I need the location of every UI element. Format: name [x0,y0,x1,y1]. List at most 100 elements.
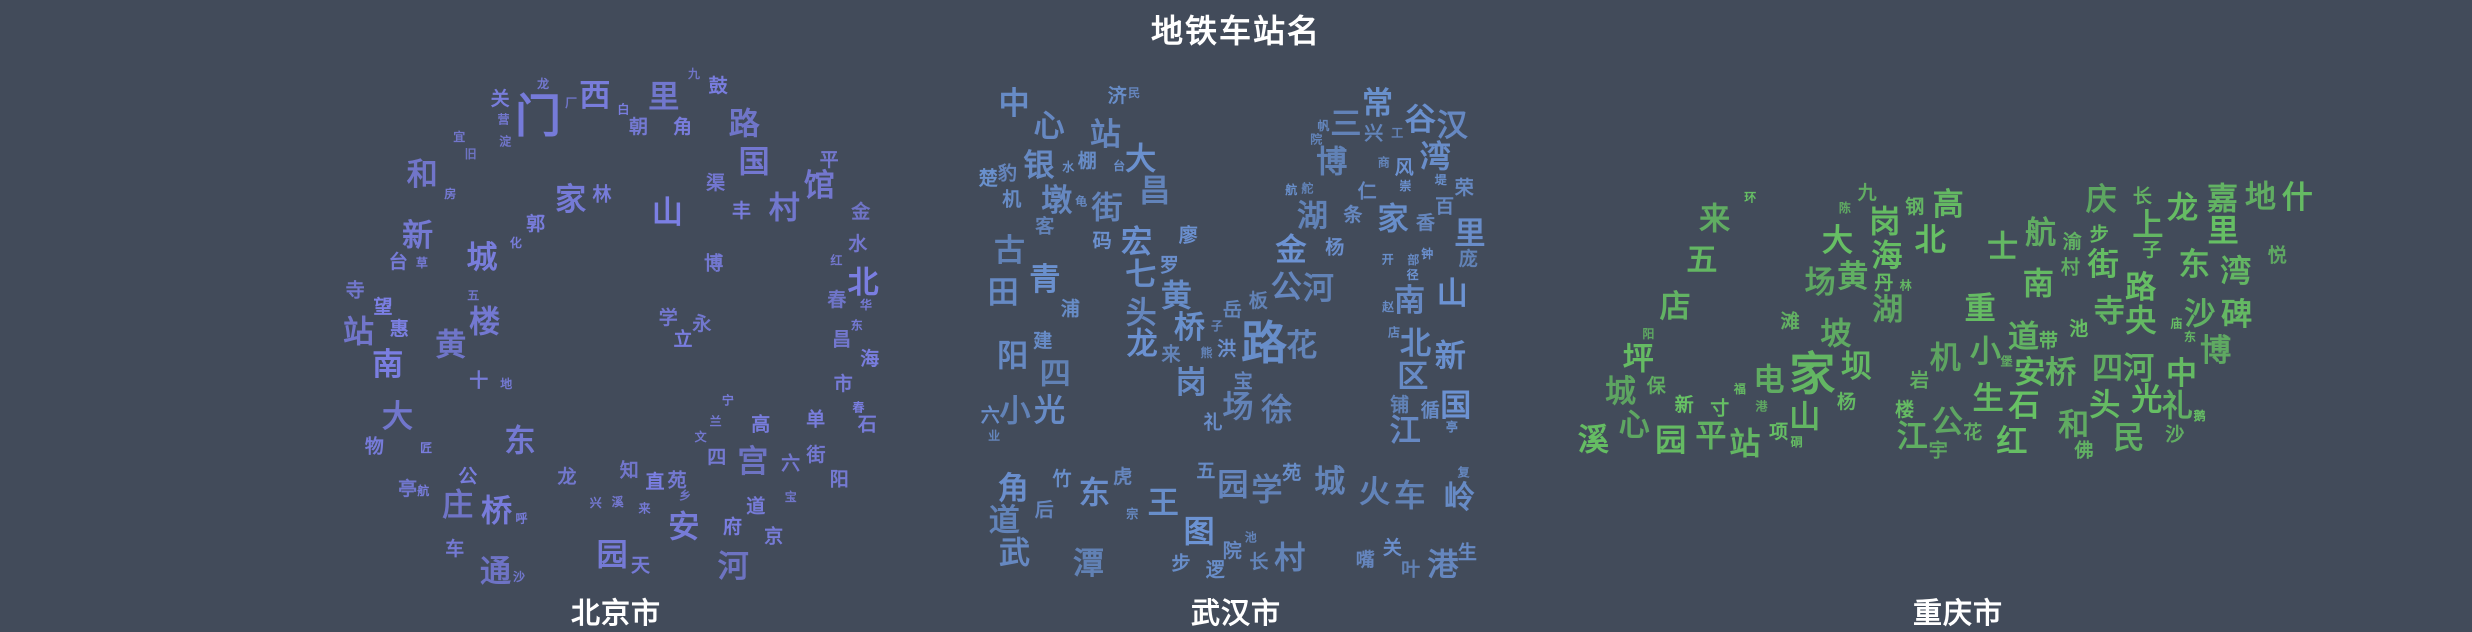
word-chongqing: 花 [1963,420,1982,443]
word-beijing: 永 [691,312,712,335]
word-chongqing: 坪 [1623,342,1654,378]
word-beijing: 林 [593,182,612,205]
word-chongqing: 海 [1871,238,1902,274]
word-chongqing: 五 [1686,243,1717,279]
word-chongqing: 礼 [2162,389,2193,425]
word-wuhan: 古 [994,233,1025,269]
word-beijing: 乡 [679,488,691,503]
word-chongqing: 小 [1970,334,2001,370]
word-beijing: 家 [555,182,586,218]
word-chongqing: 坝 [1841,349,1872,385]
word-beijing: 新 [402,218,433,254]
word-beijing: 兴 [590,495,602,510]
word-beijing: 六 [781,452,800,475]
word-beijing: 平 [820,149,839,171]
word-beijing: 道 [746,495,765,518]
word-wuhan: 礼 [1204,410,1223,433]
word-chongqing: 步 [2090,224,2109,246]
word-beijing: 五 [467,289,479,303]
word-wuhan: 虎 [1113,465,1132,488]
word-wuhan: 北 [1400,326,1431,362]
word-wuhan: 庞 [1459,247,1478,270]
word-chongqing: 央 [2125,303,2157,339]
word-wuhan: 角 [998,471,1029,507]
word-wuhan: 循 [1421,398,1440,421]
word-wuhan: 国 [1440,388,1471,424]
word-wuhan: 台 [1113,158,1125,173]
word-wuhan: 潭 [1073,546,1104,582]
word-beijing: 地 [500,376,512,391]
word-wuhan: 徐 [1260,393,1292,429]
word-beijing: 国 [739,145,770,181]
word-chongqing: 北 [1915,222,1946,258]
word-chongqing: 场 [1805,265,1836,301]
word-wuhan: 板 [1249,289,1269,312]
word-beijing: 宜 [453,129,465,144]
word-wuhan: 舵 [1301,181,1313,196]
word-chongqing: 岩 [1909,368,1929,391]
word-chongqing: 中 [2166,356,2197,392]
word-wuhan: 六 [981,403,1000,426]
word-wuhan: 湾 [1420,139,1451,175]
word-chongqing: 河 [2123,351,2154,387]
word-wuhan: 院 [1223,539,1242,562]
word-beijing: 站 [343,314,374,350]
word-wuhan: 里 [1454,216,1485,252]
word-beijing: 公 [458,465,477,487]
word-chongqing: 来 [1699,202,1730,238]
word-wuhan: 浦 [1061,297,1080,320]
word-beijing: 惠 [390,318,409,340]
word-beijing: 黄 [435,328,466,364]
chart-canvas: 地铁车站名 门路村宫里庄桥家西山站东黄河城园大安国南北新楼馆通和京惠府博立望海街… [0,0,2472,631]
word-chongqing: 博 [2200,333,2231,369]
word-wuhan: 四 [1040,357,1071,393]
word-beijing: 匠 [420,441,432,455]
word-beijing: 来 [638,501,652,516]
word-beijing: 渠 [706,171,725,194]
word-wuhan: 园 [1217,467,1248,503]
word-chongqing: 重 [1965,291,1996,327]
word-chongqing: 寺 [2094,294,2125,330]
word-wuhan: 铺 [1390,393,1409,416]
word-wuhan: 东 [1079,476,1110,512]
word-wuhan: 步 [1172,552,1191,574]
word-chongqing: 寸 [1710,397,1729,420]
word-beijing: 亭 [398,477,417,500]
word-wuhan: 南 [1394,283,1425,319]
word-chongqing: 平 [1695,418,1726,454]
word-chongqing: 家 [1789,347,1835,401]
word-wuhan: 江 [1390,413,1421,449]
word-beijing: 博 [704,252,723,275]
word-beijing: 寺 [346,280,365,302]
word-chongqing: 悦 [2268,244,2287,267]
word-wuhan: 村 [1274,540,1305,576]
word-wuhan: 仁 [1358,180,1377,203]
word-chongqing: 溪 [1578,422,1610,458]
word-wuhan: 长 [1249,551,1269,573]
word-wuhan: 学 [1251,472,1282,508]
word-beijing: 楼 [469,305,500,341]
word-chongqing: 九 [1857,182,1877,204]
word-wuhan: 帆 [1317,118,1329,133]
word-beijing: 桥 [481,493,512,529]
word-chongqing: 地 [2245,180,2276,216]
word-wuhan: 小 [1000,393,1031,429]
word-wuhan: 嘴 [1356,549,1375,571]
word-wuhan: 中 [999,86,1030,122]
word-wuhan: 院 [1310,132,1322,147]
word-wuhan: 博 [1316,145,1347,181]
word-chongqing: 里 [2208,214,2239,250]
word-wuhan: 杨 [1325,235,1344,258]
word-wuhan: 宗 [1126,506,1138,521]
word-wuhan: 常 [1362,86,1393,122]
word-chongqing: 道 [2008,320,2039,356]
word-beijing: 兰 [710,413,722,428]
word-beijing: 呼 [516,511,528,526]
word-chongqing: 新 [1675,393,1694,416]
word-chongqing: 士 [1987,230,2018,266]
word-wuhan: 七 [1125,257,1156,293]
word-wuhan: 新 [1435,338,1466,374]
word-chongqing: 站 [1729,426,1760,462]
word-wuhan: 业 [988,428,1000,443]
word-chongqing: 长 [2133,185,2153,207]
